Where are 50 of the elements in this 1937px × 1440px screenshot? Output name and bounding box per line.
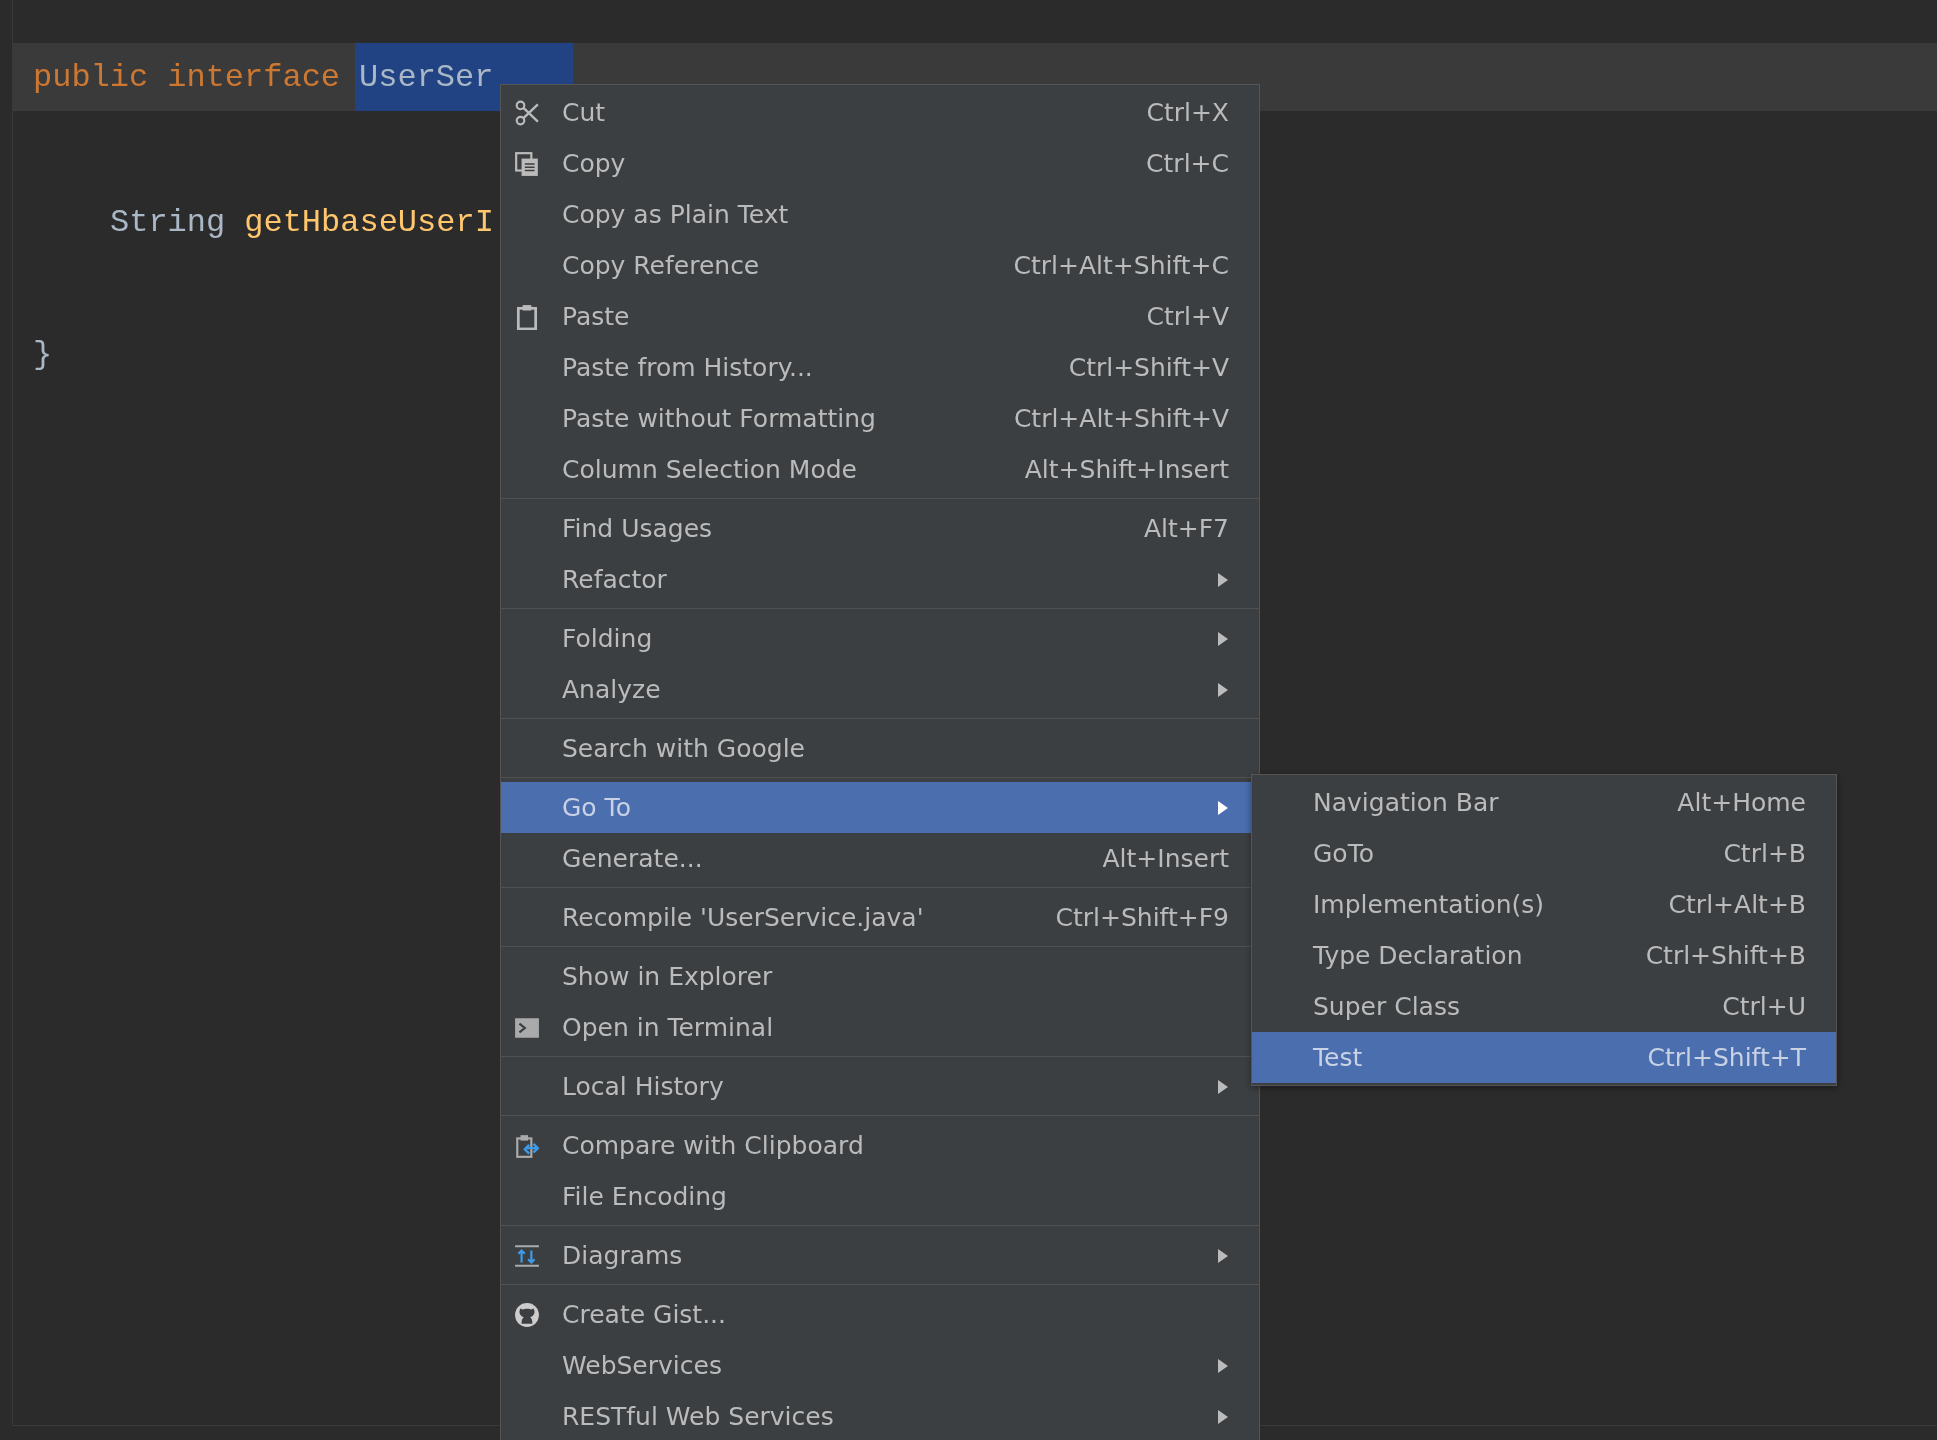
shortcut-label: Ctrl+C (1146, 149, 1229, 178)
shortcut-label: Alt+F7 (1143, 514, 1229, 543)
code-token: } (33, 335, 53, 373)
menu-item[interactable]: Refactor (501, 554, 1259, 605)
code-token: public (33, 58, 149, 96)
clipboard-icon (514, 304, 540, 330)
code-token: String (110, 203, 226, 241)
diagram-icon (514, 1243, 540, 1269)
menu-item[interactable]: Search with Google (501, 723, 1259, 774)
menu-item[interactable]: Copy Reference Ctrl+Alt+Shift+C (501, 240, 1259, 291)
shortcut-label: Alt+Shift+Insert (1024, 455, 1229, 484)
menu-item[interactable]: WebServices (501, 1340, 1259, 1391)
shortcut-label: Ctrl+U (1722, 992, 1806, 1021)
menu-item[interactable]: Compare with Clipboard (501, 1120, 1259, 1171)
copy-icon (514, 151, 540, 177)
shortcut-label: Ctrl+V (1146, 302, 1229, 331)
shortcut-label: Ctrl+X (1146, 98, 1229, 127)
menu-item[interactable]: File Encoding (501, 1171, 1259, 1222)
terminal-icon (514, 1015, 540, 1041)
menu-item[interactable]: Super Class Ctrl+U (1252, 981, 1836, 1032)
menu-item[interactable]: Test Ctrl+Shift+T (1252, 1032, 1836, 1083)
menu-item[interactable]: Copy as Plain Text (501, 189, 1259, 240)
shortcut-label: Ctrl+Shift+B (1645, 941, 1806, 970)
menu-item[interactable]: RESTful Web Services (501, 1391, 1259, 1440)
menu-item[interactable]: Copy Ctrl+C (501, 138, 1259, 189)
menu-item[interactable]: Paste without Formatting Ctrl+Alt+Shift+V (501, 393, 1259, 444)
shortcut-label: Ctrl+Shift+F9 (1055, 903, 1229, 932)
shortcut-label: Alt+Home (1677, 788, 1806, 817)
shortcut-label: Ctrl+Alt+B (1668, 890, 1806, 919)
shortcut-label: Ctrl+B (1723, 839, 1806, 868)
shortcut-label: Alt+Insert (1102, 844, 1229, 873)
shortcut-label: Ctrl+Shift+T (1647, 1043, 1806, 1072)
cat-icon (514, 1302, 540, 1328)
menu-item[interactable]: Create Gist... (501, 1289, 1259, 1340)
menu-item[interactable]: Paste from History... Ctrl+Shift+V (501, 342, 1259, 393)
menu-item[interactable]: Paste Ctrl+V (501, 291, 1259, 342)
code-token: getHbaseUserI (244, 203, 494, 241)
menu-item[interactable]: Find Usages Alt+F7 (501, 503, 1259, 554)
shortcut-label: Ctrl+Shift+V (1068, 353, 1229, 382)
menu-item[interactable]: Type Declaration Ctrl+Shift+B (1252, 930, 1836, 981)
code-token: interface (167, 58, 341, 96)
menu-item[interactable]: Analyze (501, 664, 1259, 715)
compare-icon (514, 1133, 540, 1159)
menu-item[interactable]: Folding (501, 613, 1259, 664)
menu-item[interactable]: Implementation(s) Ctrl+Alt+B (1252, 879, 1836, 930)
menu-item[interactable]: Column Selection Mode Alt+Shift+Insert (501, 444, 1259, 495)
scissors-icon (514, 100, 540, 126)
shortcut-label: Ctrl+Alt+Shift+V (1013, 404, 1229, 433)
shortcut-label: Ctrl+Alt+Shift+C (1013, 251, 1229, 280)
menu-item[interactable]: Diagrams (501, 1230, 1259, 1281)
